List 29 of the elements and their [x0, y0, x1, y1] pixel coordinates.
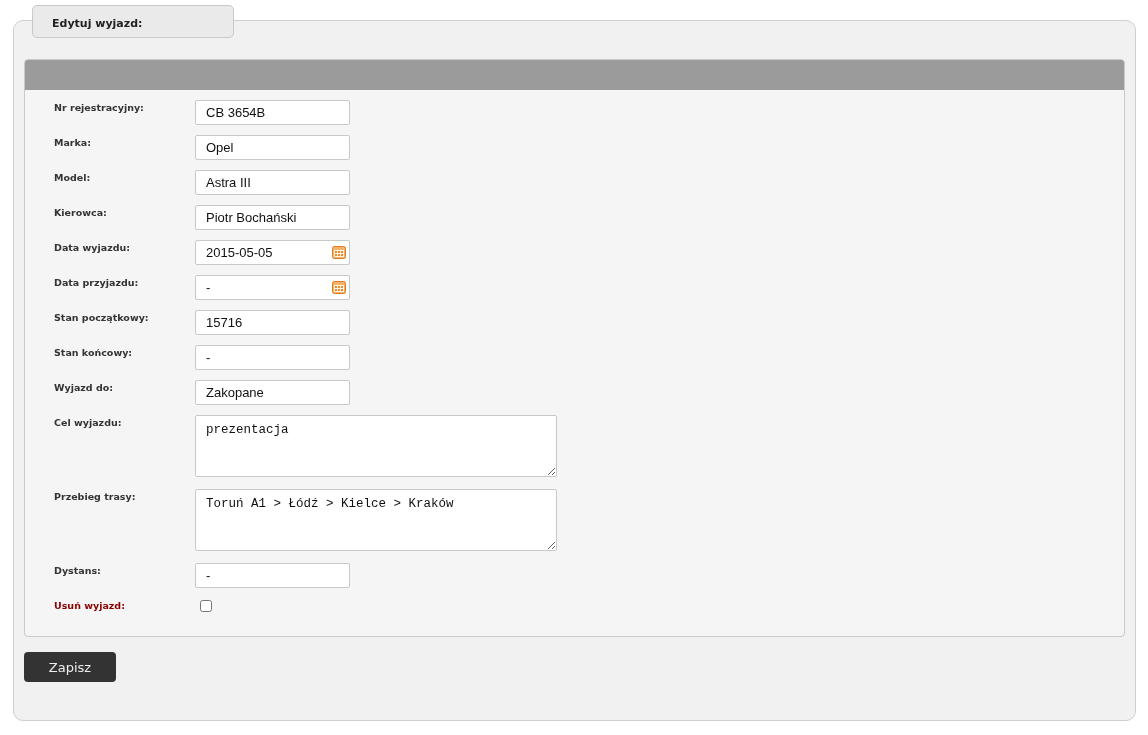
field-label: Model: [54, 171, 92, 183]
input-field[interactable]: 15716 [195, 310, 350, 335]
field-label: Usuń wyjazd: [54, 599, 126, 611]
text-area[interactable]: Toruń A1 > Łódź > Kielce > Kraków [195, 489, 557, 551]
calendar-icon[interactable] [332, 245, 346, 259]
field-label: Wyjazd do: [54, 381, 115, 393]
field-label: Przebieg trasy: [54, 490, 137, 502]
input-field[interactable]: Opel [195, 135, 350, 160]
input-field[interactable]: - [195, 345, 350, 370]
input-field[interactable]: Zakopane [195, 380, 350, 405]
save-button[interactable]: Zapisz [24, 652, 116, 682]
input-field[interactable]: CB 3654B [195, 100, 350, 125]
field-label: Kierowca: [54, 206, 108, 218]
field-label: Cel wyjazdu: [54, 416, 123, 428]
input-field[interactable]: - [195, 563, 350, 588]
calendar-icon[interactable] [332, 280, 346, 294]
checkbox[interactable] [200, 600, 212, 612]
text-area[interactable]: prezentacja [195, 415, 557, 477]
field-label: Stan początkowy: [54, 311, 150, 323]
date-field[interactable]: - [195, 275, 350, 300]
input-field[interactable]: Astra III [195, 170, 350, 195]
field-label: Data przyjazdu: [54, 276, 140, 288]
date-field[interactable]: 2015-05-05 [195, 240, 350, 265]
field-label: Marka: [54, 136, 93, 148]
field-label: Stan końcowy: [54, 346, 134, 358]
field-label: Dystans: [54, 564, 102, 576]
field-label: Data wyjazdu: [54, 241, 132, 253]
input-field[interactable]: Piotr Bochański [195, 205, 350, 230]
field-label: Nr rejestracyjny: [54, 101, 145, 113]
